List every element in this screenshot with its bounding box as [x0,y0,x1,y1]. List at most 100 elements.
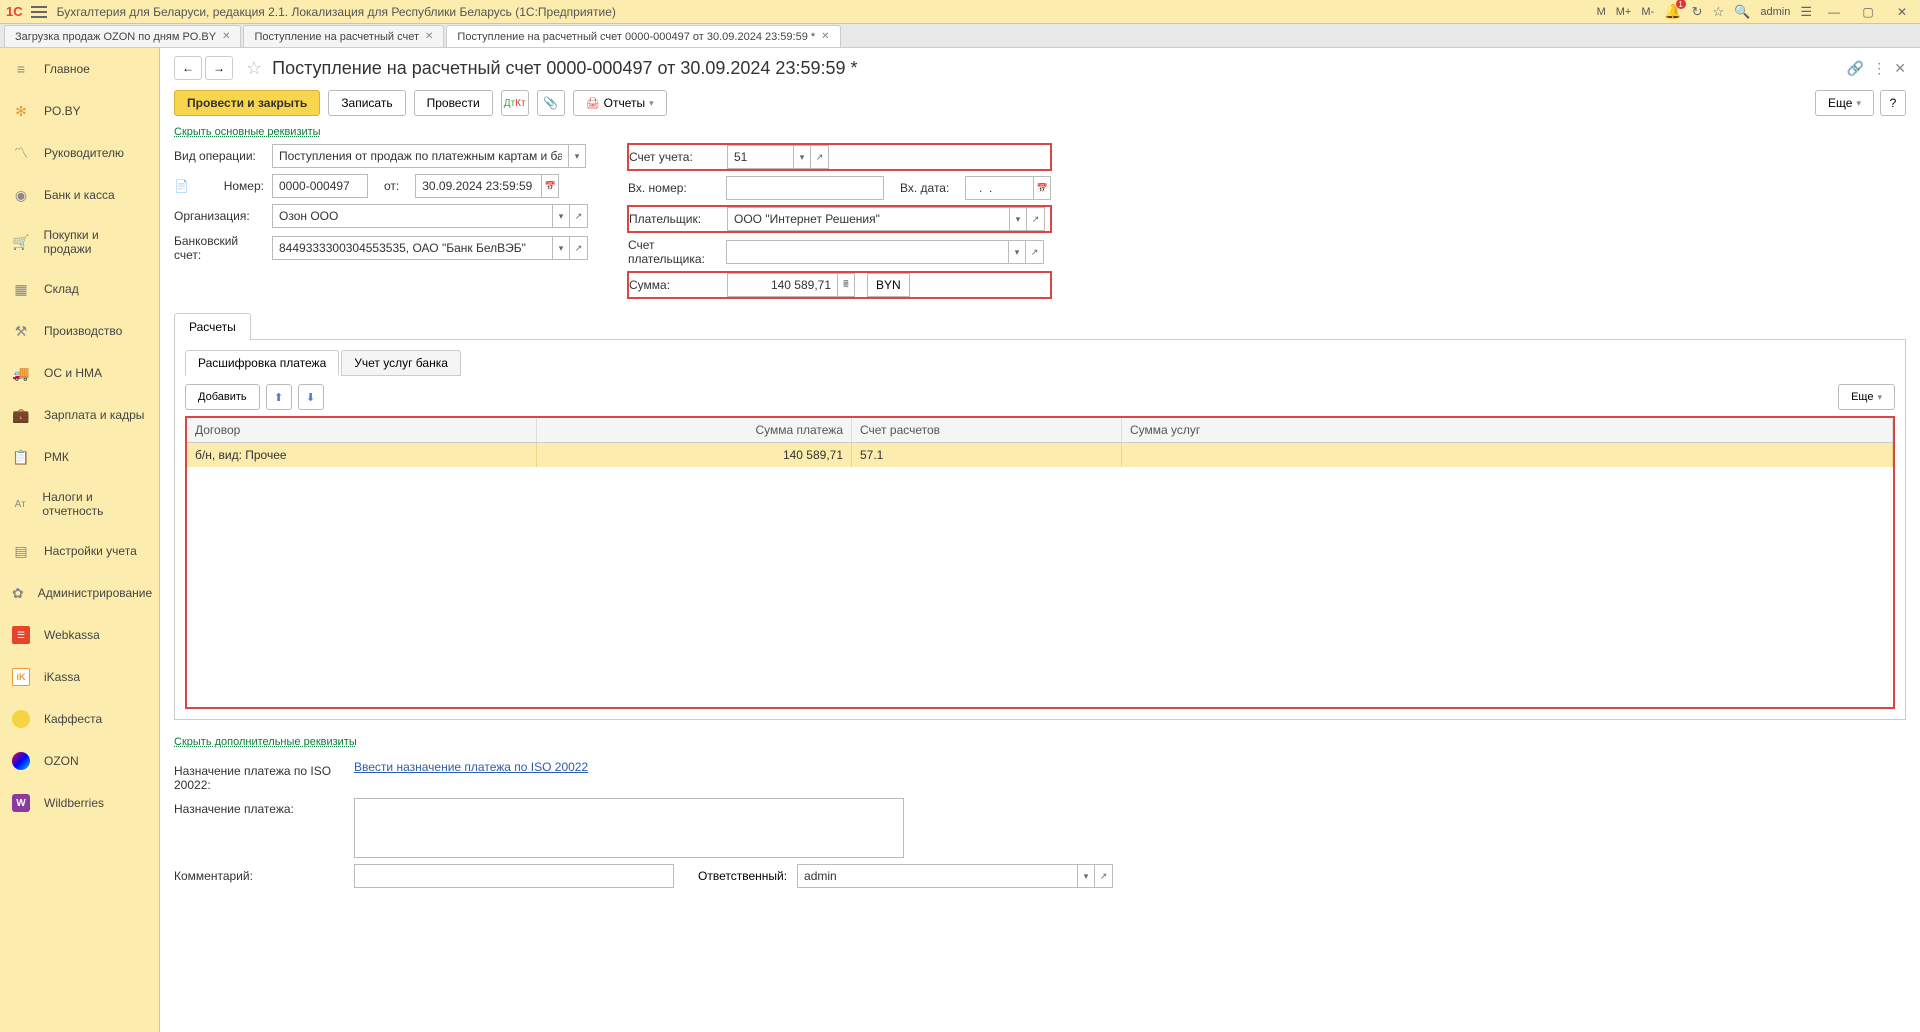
cell-sum[interactable]: 140 589,71 [537,443,852,467]
close-doc-icon[interactable]: ✕ [1894,60,1906,77]
dropdown-icon[interactable]: ▾ [793,145,811,169]
reports-button[interactable]: 🖨Отчеты [573,90,667,116]
open-icon[interactable]: ↗ [570,204,588,228]
calculator-icon[interactable]: 🖩 [837,273,855,297]
sidebar-item-rmk[interactable]: 📋РМК [0,436,159,478]
notifications-icon[interactable]: 🔔 1 [1664,3,1681,20]
col-contract[interactable]: Договор [187,418,537,442]
sidebar-item-bank[interactable]: ◉Банк и касса [0,174,159,216]
cell-acc[interactable]: 57.1 [852,443,1122,467]
payer-acc-input[interactable] [726,240,1008,264]
sidebar-item-assets[interactable]: 🚚ОС и НМА [0,352,159,394]
sidebar-item-wb[interactable]: WWildberries [0,782,159,824]
open-icon[interactable]: ↗ [1095,864,1113,888]
hide-main-link[interactable]: Скрыть основные реквизиты [174,126,321,138]
user-label[interactable]: admin [1760,6,1790,18]
calendar-icon[interactable]: 📅 [1033,176,1051,200]
history-icon[interactable]: ↻ [1692,4,1703,20]
cell-contract[interactable]: б/н, вид: Прочее [187,443,537,467]
sidebar-item-payroll[interactable]: 💼Зарплата и кадры [0,394,159,436]
favorite-star-icon[interactable]: ☆ [246,58,262,79]
in-date-input[interactable] [965,176,1033,200]
sidebar-item-kaffesta[interactable]: Каффеста [0,698,159,740]
dropdown-icon[interactable]: ▾ [568,144,586,168]
col-service-sum[interactable]: Сумма услуг [1122,418,1893,442]
settings-icon[interactable]: ☰ [1800,4,1812,20]
cell-service-sum[interactable] [1122,443,1893,467]
iso-link[interactable]: Ввести назначение платежа по ISO 20022 [354,760,588,774]
dt-kt-button[interactable]: ДтКт [501,90,529,116]
sidebar-item-ozon[interactable]: OZON [0,740,159,782]
subtab-breakdown[interactable]: Расшифровка платежа [185,350,339,376]
menu-hamburger-icon[interactable] [31,6,47,18]
op-type-input[interactable] [272,144,568,168]
move-up-button[interactable]: ⬆ [266,384,292,410]
number-input[interactable] [272,174,368,198]
sidebar-item-warehouse[interactable]: ▦Склад [0,268,159,310]
table-more-button[interactable]: Еще [1838,384,1895,410]
dropdown-icon[interactable]: ▾ [1008,240,1026,264]
sidebar-item-ikassa[interactable]: iKiKassa [0,656,159,698]
grid-empty-area[interactable] [187,467,1893,707]
sidebar-item-poby[interactable]: ✻PO.BY [0,90,159,132]
search-icon[interactable]: 🔍 [1734,4,1750,20]
hide-extra-link[interactable]: Скрыть дополнительные реквизиты [174,736,357,748]
sidebar-item-settings[interactable]: ▤Настройки учета [0,530,159,572]
close-icon[interactable]: ✕ [425,31,433,42]
dropdown-icon[interactable]: ▾ [1009,207,1027,231]
tab-0[interactable]: Загрузка продаж OZON по дням PO.BY✕ [4,25,241,47]
comment-input[interactable] [354,864,674,888]
calendar-icon[interactable]: 📅 [541,174,559,198]
maximize-icon[interactable]: ▢ [1856,2,1880,22]
sum-input[interactable] [727,273,837,297]
tab-calculations[interactable]: Расчеты [174,313,251,340]
sidebar-item-production[interactable]: ⚒Производство [0,310,159,352]
memory-mplus[interactable]: M+ [1616,6,1632,18]
open-icon[interactable]: ↗ [811,145,829,169]
sidebar-item-webkassa[interactable]: ☰Webkassa [0,614,159,656]
add-button[interactable]: Добавить [185,384,260,410]
dropdown-icon[interactable]: ▾ [1077,864,1095,888]
open-icon[interactable]: ↗ [1026,240,1044,264]
tab-2[interactable]: Поступление на расчетный счет 0000-00049… [446,25,840,47]
bank-acc-input[interactable] [272,236,552,260]
post-button[interactable]: Провести [414,90,493,116]
responsible-input[interactable] [797,864,1077,888]
close-icon[interactable]: ✕ [1890,2,1914,22]
back-button[interactable]: ← [174,56,202,80]
link-icon[interactable]: 🔗 [1847,60,1864,77]
help-button[interactable]: ? [1880,90,1906,116]
col-acc[interactable]: Счет расчетов [852,418,1122,442]
post-and-close-button[interactable]: Провести и закрыть [174,90,320,116]
save-button[interactable]: Записать [328,90,405,116]
table-row[interactable]: б/н, вид: Прочее 140 589,71 57.1 [187,443,1893,467]
more-button[interactable]: Еще [1815,90,1874,116]
col-sum[interactable]: Сумма платежа [537,418,852,442]
sidebar-item-sales[interactable]: 🛒Покупки и продажи [0,216,159,268]
date-input[interactable] [415,174,541,198]
open-icon[interactable]: ↗ [1027,207,1045,231]
memory-mminus[interactable]: M- [1641,6,1654,18]
attachments-button[interactable]: 📎 [537,90,565,116]
close-icon[interactable]: ✕ [222,31,230,42]
tab-1[interactable]: Поступление на расчетный счет✕ [243,25,444,47]
dropdown-icon[interactable]: ▾ [552,236,570,260]
payer-input[interactable] [727,207,1009,231]
dropdown-icon[interactable]: ▾ [552,204,570,228]
memory-m[interactable]: M [1597,6,1606,18]
org-input[interactable] [272,204,552,228]
close-icon[interactable]: ✕ [821,31,829,42]
sidebar-item-taxes[interactable]: AтНалоги и отчетность [0,478,159,530]
move-down-button[interactable]: ⬇ [298,384,324,410]
sidebar-item-admin[interactable]: ✿Администрирование [0,572,159,614]
more-icon[interactable]: ⋮ [1872,60,1886,77]
open-icon[interactable]: ↗ [570,236,588,260]
in-num-input[interactable] [726,176,884,200]
sidebar-item-manager[interactable]: 〽Руководителю [0,132,159,174]
purpose-input[interactable] [354,798,904,858]
minimize-icon[interactable]: — [1822,2,1846,22]
favorites-icon[interactable]: ☆ [1713,4,1725,20]
subtab-bank-services[interactable]: Учет услуг банка [341,350,461,376]
acc-input[interactable] [727,145,793,169]
forward-button[interactable]: → [205,56,233,80]
